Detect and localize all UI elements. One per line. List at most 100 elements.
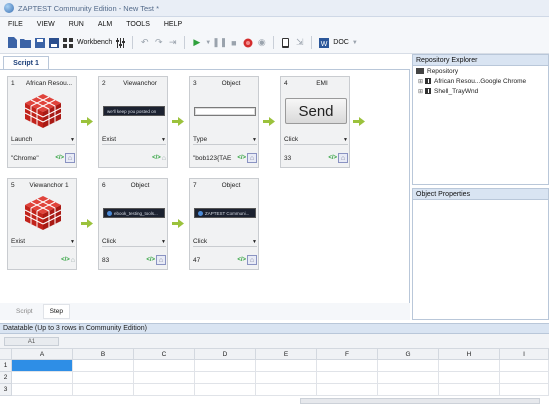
code-icon[interactable]: </> [328, 155, 337, 161]
expand-icon[interactable]: ⊞ [418, 88, 425, 95]
code-icon[interactable]: </> [146, 257, 155, 263]
table-cell[interactable] [439, 360, 500, 372]
column-header[interactable]: B [73, 349, 134, 360]
tab-step[interactable]: Step [42, 304, 70, 319]
redo-icon[interactable]: ↷ [153, 37, 164, 48]
breakpoint-icon[interactable] [242, 37, 253, 48]
step-value-field[interactable]: </> ⌂ [11, 254, 75, 266]
table-cell[interactable] [439, 372, 500, 384]
row-header[interactable]: 2 [0, 372, 12, 384]
run-dropdown-icon[interactable]: ▼ [205, 37, 211, 48]
column-header[interactable]: A [12, 349, 73, 360]
menu-tools[interactable]: TOOLS [126, 21, 150, 28]
column-header[interactable]: E [256, 349, 317, 360]
mobile-device-icon[interactable] [280, 37, 291, 48]
object-picker-icon[interactable]: ⌂ [247, 255, 257, 265]
table-cell[interactable] [134, 384, 195, 396]
table-cell[interactable] [73, 372, 134, 384]
menu-alm[interactable]: ALM [98, 21, 112, 28]
table-cell[interactable] [378, 372, 439, 384]
table-cell[interactable] [195, 384, 256, 396]
doc-dropdown-icon[interactable]: ▼ [352, 37, 358, 48]
selected-cell[interactable] [12, 360, 73, 372]
save-icon[interactable] [34, 37, 45, 48]
object-picker-icon[interactable]: ⌂ [247, 153, 257, 163]
step-value-field[interactable]: 83 </> ⌂ [102, 254, 166, 266]
word-doc-icon[interactable]: W [318, 37, 329, 48]
column-header[interactable]: C [134, 349, 195, 360]
step-value-field[interactable]: "bob123{TAE </> ⌂ [193, 152, 257, 164]
horizontal-scrollbar[interactable] [300, 398, 540, 404]
menu-help[interactable]: HELP [164, 21, 182, 28]
table-cell[interactable] [73, 360, 134, 372]
action-dropdown[interactable]: Click ▼ [284, 135, 348, 145]
code-icon[interactable]: </> [61, 257, 70, 263]
table-cell[interactable] [256, 384, 317, 396]
table-cell[interactable] [195, 360, 256, 372]
column-header[interactable]: H [439, 349, 500, 360]
open-folder-icon[interactable] [20, 37, 31, 48]
table-cell[interactable] [195, 372, 256, 384]
table-cell[interactable] [378, 360, 439, 372]
menu-file[interactable]: FILE [8, 21, 23, 28]
code-icon[interactable]: </> [55, 155, 64, 161]
table-cell[interactable] [73, 384, 134, 396]
table-cell[interactable] [12, 384, 73, 396]
run-icon[interactable]: ▶ [191, 37, 202, 48]
tab-script-1[interactable]: Script 1 [3, 56, 49, 69]
column-header[interactable]: F [317, 349, 378, 360]
new-file-icon[interactable] [6, 37, 17, 48]
table-cell[interactable] [12, 372, 73, 384]
workbench-grid-icon[interactable] [62, 37, 73, 48]
step-value-field[interactable]: 47 </> ⌂ [193, 254, 257, 266]
table-cell[interactable] [134, 360, 195, 372]
menu-view[interactable]: VIEW [37, 21, 55, 28]
step-card[interactable]: 5 Viewanchor 1 Exist ▼ </> ⌂ [7, 178, 77, 270]
step-card[interactable]: 3 Object Type ▼ "bob123{TAE </> ⌂ [189, 76, 259, 168]
table-cell[interactable] [256, 372, 317, 384]
table-cell[interactable] [317, 372, 378, 384]
action-dropdown[interactable]: Launch ▼ [11, 135, 75, 145]
sliders-icon[interactable] [115, 37, 126, 48]
column-header[interactable]: D [195, 349, 256, 360]
tab-script[interactable]: Script [10, 305, 39, 318]
table-cell[interactable] [317, 384, 378, 396]
action-dropdown[interactable]: Type ▼ [193, 135, 257, 145]
step-card[interactable]: 4 EMI Send Click ▼ 33 </> ⌂ [280, 76, 350, 168]
table-cell[interactable] [378, 384, 439, 396]
object-picker-icon[interactable]: ⌂ [71, 257, 75, 264]
record-icon[interactable]: ◉ [256, 37, 267, 48]
code-icon[interactable]: </> [152, 155, 161, 161]
step-card[interactable]: 6 Object ebook_testing_tools... Click ▼ … [98, 178, 168, 270]
workbench-label[interactable]: Workbench [77, 39, 112, 46]
pause-icon[interactable]: ❚❚ [212, 37, 227, 48]
step-value-field[interactable]: 33 </> ⌂ [284, 152, 348, 164]
export-icon[interactable]: ⇲ [294, 37, 305, 48]
step-value-field[interactable]: </> ⌂ [102, 152, 166, 164]
object-picker-icon[interactable]: ⌂ [162, 155, 166, 162]
tree-item[interactable]: ⊞ African Resou...Google Chrome [413, 76, 548, 86]
action-dropdown[interactable]: Click ▼ [102, 237, 166, 247]
save-all-icon[interactable] [48, 37, 59, 48]
tree-root-item[interactable]: Repository [413, 66, 548, 76]
step-value-field[interactable]: "Chrome" </> ⌂ [11, 152, 75, 164]
action-dropdown[interactable]: Exist ▼ [11, 237, 75, 247]
action-dropdown[interactable]: Exist ▼ [102, 135, 166, 145]
table-cell[interactable] [256, 360, 317, 372]
table-cell[interactable] [317, 360, 378, 372]
tree-item[interactable]: ⊞ Shell_TrayWnd [413, 86, 548, 96]
object-picker-icon[interactable]: ⌂ [65, 153, 75, 163]
cell-reference-box[interactable]: A1 [4, 337, 59, 346]
column-header[interactable]: G [378, 349, 439, 360]
step-card[interactable]: 2 Viewanchor we'll keep you posted on Ex… [98, 76, 168, 168]
table-cell[interactable] [134, 372, 195, 384]
step-card[interactable]: 7 Object ZAPTEST Communi... Click ▼ 47 <… [189, 178, 259, 270]
table-cell[interactable] [500, 384, 549, 396]
object-picker-icon[interactable]: ⌂ [338, 153, 348, 163]
step-card[interactable]: 1 African Resou... Launch ▼ "Chrome" </>… [7, 76, 77, 168]
expand-icon[interactable]: ⊞ [418, 78, 425, 85]
table-cell[interactable] [500, 360, 549, 372]
code-icon[interactable]: </> [237, 257, 246, 263]
table-cell[interactable] [500, 372, 549, 384]
action-dropdown[interactable]: Click ▼ [193, 237, 257, 247]
